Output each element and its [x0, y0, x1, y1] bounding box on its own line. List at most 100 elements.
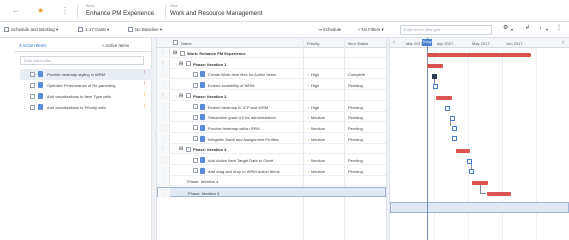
gantt-bar-root[interactable] — [427, 53, 531, 57]
row-handle-icon[interactable]: ⋮ — [157, 144, 170, 155]
select-all-checkbox[interactable] — [173, 40, 178, 46]
task-row[interactable]: ⋮ Integrate Gantt and Assignment Profiles… — [157, 133, 386, 144]
row-handle-icon[interactable]: ⋮ — [157, 176, 170, 187]
gantt-milestone[interactable] — [452, 126, 457, 131]
tab-active-items[interactable]: ▿ Active Items — [102, 43, 129, 49]
more-vertical-icon[interactable]: ⋮ — [61, 6, 69, 16]
phase-row[interactable]: ⋮ ⊟ Phase: Iteration 1 — [157, 58, 386, 69]
priority-cell[interactable]: ↑ High — [307, 105, 319, 110]
row-checkbox[interactable] — [193, 82, 198, 88]
row-checkbox[interactable] — [186, 93, 191, 99]
gantt-bar-phase[interactable] — [456, 149, 470, 153]
wrench-icon[interactable]: ↲ — [525, 25, 530, 31]
row-handle-icon[interactable]: ⋮ — [157, 122, 170, 133]
row-handle-icon[interactable]: ⋮ — [157, 133, 170, 144]
chevron-down-icon[interactable]: ▾ — [511, 27, 513, 33]
action-items-search-input[interactable]: Enter text to filter — [20, 56, 144, 65]
star-icon[interactable]: ★ — [37, 6, 44, 16]
priority-cell[interactable]: ↕ Medium — [307, 126, 325, 131]
row-checkbox[interactable] — [180, 50, 185, 56]
tab-action-items[interactable]: 4 Action Items — [19, 43, 47, 48]
row-handle-icon[interactable]: ⋮ — [157, 90, 170, 101]
collapse-icon[interactable]: ⊟ — [179, 146, 183, 152]
task-row[interactable]: ⋮ Extend scalability of WRM ↑ High Pending — [157, 80, 386, 91]
collapse-icon[interactable]: ⊟ — [173, 50, 177, 56]
row-checkbox[interactable] — [186, 146, 191, 152]
priority-cell[interactable]: ↑ High — [307, 72, 319, 77]
gantt-bar-phase[interactable] — [436, 96, 452, 100]
action-item-row[interactable]: ⋮ Add visualizations to Item Type cells ↕ — [20, 91, 152, 102]
drag-handle-icon[interactable]: ⋮ — [22, 82, 27, 88]
row-handle-icon[interactable]: ⋮ — [157, 101, 170, 112]
filters-button[interactable]: ▿ No Filters ▾ — [358, 27, 384, 33]
row-checkbox[interactable] — [30, 94, 35, 99]
today-marker[interactable]: Today — [422, 39, 432, 46]
action-item-row[interactable]: ⋮ Provide heatmap styling in WRM ↑ — [20, 69, 152, 80]
chevron-down-icon[interactable]: ▾ — [546, 27, 548, 33]
row-handle-icon[interactable]: ⋮ — [157, 80, 170, 91]
gantt-bar-phase[interactable] — [427, 64, 443, 68]
task-row[interactable]: ⋮ Add drag and drop to WRM Action Items ↕ M… — [157, 165, 386, 176]
collapse-icon[interactable]: ⊟ — [179, 61, 183, 67]
collapse-icon[interactable]: ⊟ — [179, 93, 183, 99]
priority-cell[interactable]: ↑ High — [307, 83, 319, 88]
row-checkbox[interactable] — [193, 71, 198, 77]
gantt-bar-phase[interactable] — [487, 192, 511, 196]
phase-row[interactable]: ⋮ Phase: Iteration 5 — [157, 187, 386, 199]
gantt-milestone[interactable] — [469, 169, 474, 174]
chevron-right-icon[interactable]: › — [562, 40, 564, 46]
status-cell[interactable]: Pending — [348, 158, 363, 163]
drag-handle-icon[interactable]: ⋮ — [22, 104, 27, 110]
gantt-milestone[interactable] — [452, 136, 457, 141]
row-handle-icon[interactable]: ⋮ — [157, 165, 170, 176]
row-handle-icon[interactable]: ⋮ — [157, 155, 170, 165]
grid-search-input[interactable]: Enter text to filter grid — [400, 25, 492, 35]
row-checkbox[interactable] — [193, 104, 198, 109]
arrow-left-icon[interactable]: ← — [12, 6, 20, 16]
row-checkbox[interactable] — [30, 72, 35, 77]
row-handle-icon[interactable]: ⋮ — [157, 69, 170, 80]
row-handle-icon[interactable]: ⋮ — [157, 48, 170, 58]
status-cell[interactable]: Complete — [348, 72, 365, 77]
row-checkbox[interactable] — [193, 136, 198, 142]
work-title[interactable]: Enhance PM Experience — [86, 10, 154, 17]
status-cell[interactable]: Pending — [348, 105, 363, 110]
baseline-toggle[interactable]: No Baseline ▾ — [128, 27, 162, 33]
task-row[interactable]: ⋮ Provide heatmap within RPM ↕ Medium Pendin… — [157, 122, 386, 133]
priority-cell[interactable]: ↕ Medium — [307, 115, 325, 120]
download-icon[interactable]: ↓ — [539, 25, 542, 31]
row-checkbox[interactable] — [30, 105, 35, 110]
column-header-status[interactable]: Item Status — [348, 41, 368, 46]
task-row[interactable]: ⋮ Add Action Item Target Date to Gantt ↕ Me… — [157, 155, 386, 165]
gantt-columns-toggle[interactable]: 1-17 Gantt ▾ — [78, 27, 109, 33]
gantt-milestone[interactable] — [433, 84, 438, 89]
priority-cell[interactable]: ↕ Medium — [307, 137, 325, 142]
row-handle-icon[interactable]: ⋮ — [157, 58, 170, 69]
phase-row[interactable]: ⋮ ⊟ Phase: Iteration 3 — [157, 144, 386, 155]
priority-cell[interactable]: ↕ Medium — [307, 158, 325, 163]
row-checkbox[interactable] — [186, 61, 191, 67]
view-title[interactable]: Work and Resource Management — [170, 10, 262, 17]
row-checkbox[interactable] — [193, 157, 198, 163]
phase-row[interactable]: ⋮ ⊟ Phase: Iteration 2 — [157, 90, 386, 101]
column-header-name[interactable]: Name — [181, 41, 192, 46]
row-checkbox[interactable] — [193, 168, 198, 174]
drag-handle-icon[interactable]: ⋮ — [22, 71, 27, 77]
action-item-row[interactable]: ⋮ Add visualizations to Priority cells ↕ — [20, 102, 152, 113]
work-row[interactable]: ⋮ ⊟ Work: Enhance PM Experience — [157, 48, 386, 58]
row-checkbox[interactable] — [30, 83, 35, 88]
task-row[interactable]: ⋮ Extend heatmap to ICP and WRM ↑ High Pendi… — [157, 101, 386, 112]
task-row[interactable]: ⋮ Create Work Item tiles for Action Items… — [157, 69, 386, 80]
more-vertical-icon[interactable]: ⋮ — [556, 25, 562, 31]
gear-icon[interactable]: ⚙ — [503, 25, 508, 31]
gantt-milestone[interactable] — [445, 106, 450, 111]
status-cell[interactable]: Pending — [348, 126, 363, 131]
drag-handle-icon[interactable]: ⋮ — [22, 93, 27, 99]
row-handle-icon[interactable]: ⋮ — [158, 188, 171, 199]
status-cell[interactable]: Pending — [348, 83, 363, 88]
status-cell[interactable]: Pending — [348, 137, 363, 142]
column-header-priority[interactable]: Priority — [307, 41, 319, 46]
status-cell[interactable]: Pending — [348, 115, 363, 120]
priority-cell[interactable]: ↕ Medium — [307, 169, 325, 174]
schedule-backlog-toggle[interactable]: Schedule and Backlog ▾ — [4, 27, 58, 33]
